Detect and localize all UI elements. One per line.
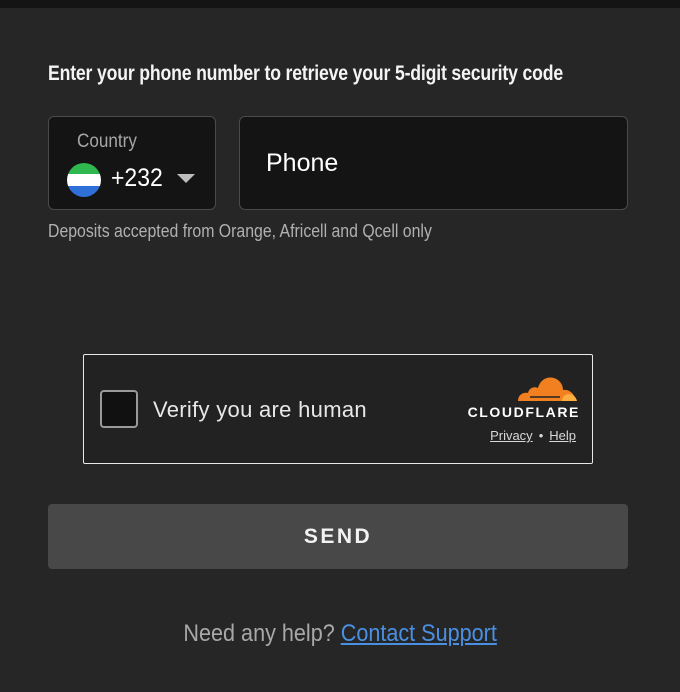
- send-button[interactable]: SEND: [48, 504, 628, 569]
- contact-support-link[interactable]: Contact Support: [341, 620, 497, 647]
- sierra-leone-flag-icon: [67, 163, 101, 197]
- phone-field[interactable]: [239, 116, 628, 210]
- link-separator: •: [538, 428, 544, 443]
- captcha-widget: Verify you are human CLOUDFLARE Privacy •…: [83, 354, 593, 464]
- dial-code: +232: [111, 164, 163, 192]
- verify-label: Verify you are human: [153, 397, 367, 422]
- support-line: Need any help? Contact Support: [0, 620, 680, 648]
- top-bar: [0, 0, 680, 8]
- country-selector[interactable]: Country +232: [48, 116, 216, 210]
- verify-checkbox[interactable]: [100, 390, 138, 428]
- cloudflare-cloud-icon: [518, 377, 577, 401]
- captcha-links: Privacy • Help: [444, 428, 576, 443]
- phone-input[interactable]: [240, 117, 627, 209]
- country-label: Country: [77, 131, 137, 152]
- instruction-text: Enter your phone number to retrieve your…: [48, 62, 563, 85]
- help-link[interactable]: Help: [549, 428, 576, 443]
- privacy-link[interactable]: Privacy: [490, 428, 533, 443]
- chevron-down-icon: [177, 174, 195, 183]
- support-prompt: Need any help?: [183, 620, 335, 647]
- cloudflare-logo-text: CLOUDFLARE: [467, 404, 580, 420]
- deposit-note: Deposits accepted from Orange, Africell …: [48, 221, 432, 241]
